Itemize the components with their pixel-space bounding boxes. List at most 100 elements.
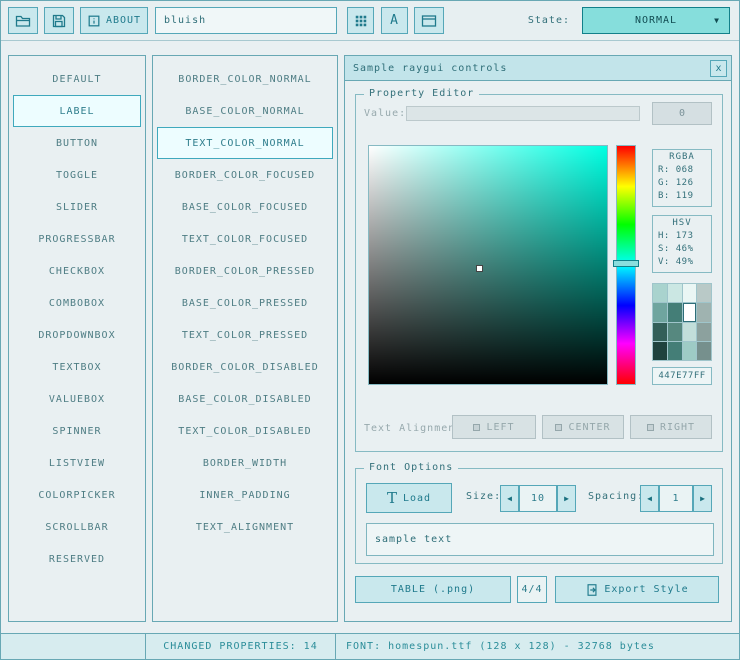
property-item-base-color-disabled[interactable]: BASE_COLOR_DISABLED [157, 383, 333, 415]
align-center-button[interactable]: CENTER [542, 415, 624, 439]
property-item-text-color-normal[interactable]: TEXT_COLOR_NORMAL [157, 127, 333, 159]
swatch-selected[interactable] [683, 303, 697, 321]
table-export-button[interactable]: TABLE (.png) [355, 576, 511, 603]
control-item-button[interactable]: BUTTON [13, 127, 141, 159]
value-slider[interactable] [406, 106, 640, 121]
property-item-border-color-focused[interactable]: BORDER_COLOR_FOCUSED [157, 159, 333, 191]
font-settings-button[interactable]: A [381, 7, 408, 34]
swatch[interactable] [683, 323, 697, 341]
hsv-label: HSV [653, 216, 711, 228]
spacing-value-box[interactable]: 1 [659, 485, 693, 512]
floppy-icon [51, 13, 67, 29]
hue-bar[interactable] [616, 145, 636, 385]
font-load-label: Load [403, 493, 431, 504]
open-file-button[interactable] [8, 7, 38, 34]
close-icon: x [715, 63, 721, 74]
value-box[interactable]: 0 [652, 102, 712, 125]
property-item-border-color-pressed[interactable]: BORDER_COLOR_PRESSED [157, 255, 333, 287]
align-right-icon [647, 424, 654, 431]
right-arrow-icon: ▶ [564, 494, 569, 503]
hex-value-box[interactable]: 447E77FF [652, 367, 712, 385]
control-item-toggle[interactable]: TOGGLE [13, 159, 141, 191]
size-decrease-button[interactable]: ◀ [500, 485, 519, 512]
property-item-inner-padding[interactable]: INNER_PADDING [157, 479, 333, 511]
property-item-border-color-disabled[interactable]: BORDER_COLOR_DISABLED [157, 351, 333, 383]
property-item-text-color-disabled[interactable]: TEXT_COLOR_DISABLED [157, 415, 333, 447]
control-item-colorpicker[interactable]: COLORPICKER [13, 479, 141, 511]
control-item-scrollbar[interactable]: SCROLLBAR [13, 511, 141, 543]
status-changed-properties: CHANGED PROPERTIES: 14 [145, 633, 336, 660]
left-arrow-icon: ◀ [507, 494, 512, 503]
export-icon [585, 583, 599, 597]
swatch[interactable] [653, 303, 667, 321]
swatch[interactable] [697, 303, 711, 321]
size-label: Size: [466, 491, 501, 502]
hsv-readout: HSV H: 173 S: 46% V: 49% [652, 215, 712, 273]
swatch[interactable] [668, 342, 682, 360]
hue-slider-handle[interactable] [613, 260, 639, 267]
show-style-table-button[interactable] [347, 7, 374, 34]
control-item-valuebox[interactable]: VALUEBOX [13, 383, 141, 415]
style-name-input[interactable] [155, 7, 337, 34]
control-item-label[interactable]: LABEL [13, 95, 141, 127]
control-item-default[interactable]: DEFAULT [13, 63, 141, 95]
export-counter-box[interactable]: 4/4 [517, 576, 547, 603]
swatch[interactable] [653, 342, 667, 360]
control-item-reserved[interactable]: RESERVED [13, 543, 141, 575]
swatch[interactable] [653, 284, 667, 302]
controls-list-panel: DEFAULT LABEL BUTTON TOGGLE SLIDER PROGR… [8, 55, 146, 622]
swatch[interactable] [683, 284, 697, 302]
control-item-spinner[interactable]: SPINNER [13, 415, 141, 447]
control-item-listview[interactable]: LISTVIEW [13, 447, 141, 479]
control-item-textbox[interactable]: TEXTBOX [13, 351, 141, 383]
toolbar: ABOUT A State: NORMAL ▼ [0, 0, 740, 41]
control-item-checkbox[interactable]: CHECKBOX [13, 255, 141, 287]
font-options-group-label: Font Options [364, 462, 458, 473]
folder-icon [15, 13, 31, 29]
about-button[interactable]: ABOUT [80, 7, 148, 34]
font-load-button[interactable]: T Load [366, 483, 452, 513]
font-load-icon: T [387, 489, 398, 507]
color-picker-cursor[interactable] [476, 265, 483, 272]
property-item-base-color-normal[interactable]: BASE_COLOR_NORMAL [157, 95, 333, 127]
property-item-text-color-focused[interactable]: TEXT_COLOR_FOCUSED [157, 223, 333, 255]
align-center-icon [555, 424, 562, 431]
size-value-box[interactable]: 10 [519, 485, 557, 512]
swatch[interactable] [697, 323, 711, 341]
property-item-base-color-focused[interactable]: BASE_COLOR_FOCUSED [157, 191, 333, 223]
swatch[interactable] [697, 342, 711, 360]
state-dropdown[interactable]: NORMAL ▼ [582, 7, 730, 34]
state-dropdown-value: NORMAL [635, 15, 677, 26]
control-item-progressbar[interactable]: PROGRESSBAR [13, 223, 141, 255]
control-item-dropdownbox[interactable]: DROPDOWNBOX [13, 319, 141, 351]
color-picker-panel[interactable] [368, 145, 608, 385]
control-item-combobox[interactable]: COMBOBOX [13, 287, 141, 319]
sample-window-titlebar[interactable]: Sample raygui controls [345, 56, 731, 81]
property-item-base-color-pressed[interactable]: BASE_COLOR_PRESSED [157, 287, 333, 319]
align-center-label: CENTER [568, 422, 610, 433]
rgba-r-row: R: 068 [653, 162, 711, 175]
swatch[interactable] [668, 303, 682, 321]
swatch[interactable] [683, 342, 697, 360]
control-item-slider[interactable]: SLIDER [13, 191, 141, 223]
rgba-g-row: G: 126 [653, 175, 711, 188]
property-item-border-color-normal[interactable]: BORDER_COLOR_NORMAL [157, 63, 333, 95]
close-button[interactable]: x [710, 60, 727, 77]
property-item-border-width[interactable]: BORDER_WIDTH [157, 447, 333, 479]
sample-text-input[interactable] [366, 523, 714, 556]
swatch[interactable] [668, 284, 682, 302]
align-left-button[interactable]: LEFT [452, 415, 536, 439]
spacing-decrease-button[interactable]: ◀ [640, 485, 659, 512]
spacing-increase-button[interactable]: ▶ [693, 485, 712, 512]
property-item-text-alignment[interactable]: TEXT_ALIGNMENT [157, 511, 333, 543]
left-arrow-icon: ◀ [647, 494, 652, 503]
size-increase-button[interactable]: ▶ [557, 485, 576, 512]
export-style-button[interactable]: Export Style [555, 576, 719, 603]
swatch[interactable] [668, 323, 682, 341]
align-right-button[interactable]: RIGHT [630, 415, 712, 439]
swatch[interactable] [697, 284, 711, 302]
property-item-text-color-pressed[interactable]: TEXT_COLOR_PRESSED [157, 319, 333, 351]
chevron-down-icon: ▼ [714, 16, 720, 25]
save-style-button[interactable] [44, 7, 74, 34]
swatch[interactable] [653, 323, 667, 341]
